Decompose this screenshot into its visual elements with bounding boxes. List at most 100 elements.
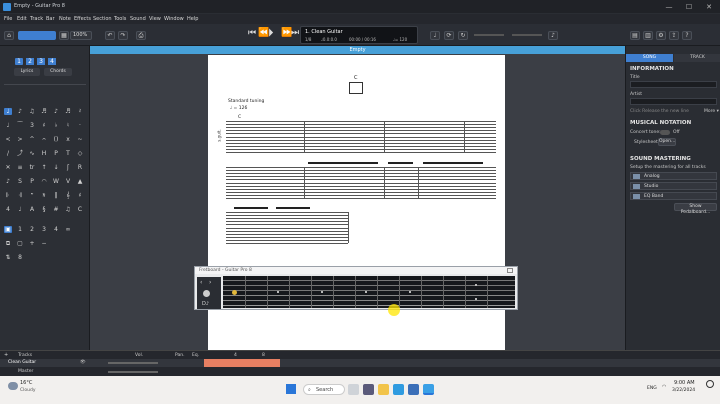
insert-bar-icon[interactable]: + [28,240,36,247]
zoom-select[interactable]: 100% [70,31,92,40]
visibility-icon[interactable]: 👁 [80,360,86,365]
tab-song[interactable]: SONG [626,54,673,62]
track-row[interactable]: Clean Guitar 👁 [0,359,720,367]
prev-icon[interactable]: ‹ [200,279,202,286]
slide-icon[interactable]: / [4,150,12,157]
task-view-icon[interactable] [348,384,359,395]
repeat-close-icon[interactable]: 𝄇 [16,192,24,199]
quarter-note-icon[interactable]: ♫ [28,108,36,115]
artist-field[interactable] [630,98,717,105]
stylesheet-open-button[interactable]: Open... [658,138,676,146]
document-tab[interactable]: Empty [90,46,625,54]
close-button[interactable]: ✕ [702,2,716,12]
menu-effects[interactable]: Effects [74,16,91,22]
page-4-tab[interactable]: 4 [48,58,56,65]
chords-button[interactable]: Chords [44,68,72,76]
strum-up-icon[interactable]: ↑ [40,164,48,171]
repeat-open-icon[interactable]: 𝄆 [4,192,12,199]
tab-track[interactable]: TRACK [674,54,720,62]
tie-icon[interactable]: ⁀ [16,122,24,129]
next-icon[interactable]: › [209,279,211,286]
voice-2-icon[interactable]: 2 [28,226,36,233]
menu-help[interactable]: Help [187,16,198,22]
panel-toggle-left[interactable]: ▤ [630,31,640,40]
print-icon[interactable]: ⎙ [136,31,146,40]
volume-swell-icon[interactable]: ▲ [76,178,84,185]
flat-icon[interactable]: ♭ [52,122,60,129]
voice-4-icon[interactable]: 4 [52,226,60,233]
natural-icon[interactable]: ♮ [64,122,72,129]
menu-bar-item[interactable]: Bar [46,16,55,22]
mastering-row[interactable]: Studio [630,182,717,190]
staccato-icon[interactable]: · [76,122,84,129]
title-field[interactable] [630,81,717,88]
bend-icon[interactable]: ⤴ [16,150,24,157]
menu-view[interactable]: View [149,16,161,22]
store-icon[interactable] [408,384,419,395]
accent-icon[interactable]: ^ [28,136,36,143]
double-bar-icon[interactable]: ‖ [52,192,60,199]
mastering-row[interactable]: Analog [630,172,717,180]
whole-note-icon[interactable]: ♩ [4,108,12,115]
metronome-icon[interactable]: ♩ [430,31,440,40]
free-time-icon[interactable]: ∞ [64,226,72,233]
track-bars-timeline[interactable] [204,359,280,367]
loop-icon[interactable]: ↻ [458,31,468,40]
harmonic-icon[interactable]: ◇ [76,150,84,157]
redo-button[interactable]: ↷ [118,31,128,40]
copy-icon[interactable]: ⧉ [4,240,12,247]
clock-date[interactable]: 3/22/2024 [672,388,695,393]
show-pedalboard-button[interactable]: Show Pedalboard... [674,203,717,215]
coda-icon[interactable]: 𝄌 [28,192,36,199]
section-icon[interactable]: § [40,206,48,213]
sound-icon[interactable]: ♪ [548,31,558,40]
rest-icon[interactable]: 𝄽 [76,108,84,115]
capo-icon[interactable]: C [76,206,84,213]
decrescendo-icon[interactable]: > [16,136,24,143]
search-box[interactable]: ⌕ Search [303,384,345,395]
view-mode-group[interactable] [18,31,56,40]
clef-icon[interactable]: 𝄞 [64,192,72,199]
rasgueado-icon[interactable]: R [76,164,84,171]
time-sig-icon[interactable]: 4 [4,206,12,213]
strum-down-icon[interactable]: ↓ [52,164,60,171]
mastering-row[interactable]: EQ Band [630,192,717,200]
first-bar-button[interactable]: ⏮ [248,28,256,38]
paste-icon[interactable]: ▢ [16,240,24,247]
pull-icon[interactable]: P [52,150,60,157]
page-2-tab[interactable]: 2 [26,58,34,65]
hammer-icon[interactable]: H [40,150,48,157]
voice-3-icon[interactable]: 3 [40,226,48,233]
pick-stroke-icon[interactable]: V [64,178,72,185]
arpeggio-icon[interactable]: ʃ [64,164,72,171]
fretboard-neck[interactable] [223,276,515,308]
page-1-tab[interactable]: 1 [15,58,23,65]
tab-staff-3[interactable] [226,228,348,244]
home-icon[interactable]: ⌂ [4,31,14,40]
lyrics-button[interactable]: Lyrics [14,68,40,76]
menu-edit[interactable]: Edit [17,16,27,22]
add-track-icon[interactable]: + [4,352,8,358]
fretboard-close-icon[interactable] [507,268,513,273]
panel-toggle-right[interactable]: ▥ [643,31,653,40]
guitar-pro-taskbar-icon[interactable] [423,384,434,395]
menu-tools[interactable]: Tools [114,16,126,22]
half-note-icon[interactable]: ♪ [16,108,24,115]
menu-file[interactable]: File [4,16,12,22]
eighth-note-icon[interactable]: ♬ [40,108,48,115]
weather-desc[interactable]: Cloudy [20,388,36,393]
fermata-icon[interactable]: 𝄐 [40,136,48,143]
minimize-button[interactable]: — [662,2,676,12]
trill-icon[interactable]: tr [28,164,36,171]
tab-staff-1[interactable] [226,137,496,153]
grace-note-icon[interactable]: ♪ [4,178,12,185]
master-volume-slider[interactable] [108,371,158,373]
language-indicator[interactable]: ENG [647,386,657,391]
transpose-icon[interactable]: ⇅ [4,254,12,261]
ghost-note-icon[interactable]: () [52,136,60,143]
settings-icon[interactable] [203,290,210,297]
slap-icon[interactable]: S [16,178,24,185]
chord-diagram-icon[interactable]: # [52,206,60,213]
notification-icon[interactable] [706,380,714,388]
pop-icon[interactable]: P [28,178,36,185]
